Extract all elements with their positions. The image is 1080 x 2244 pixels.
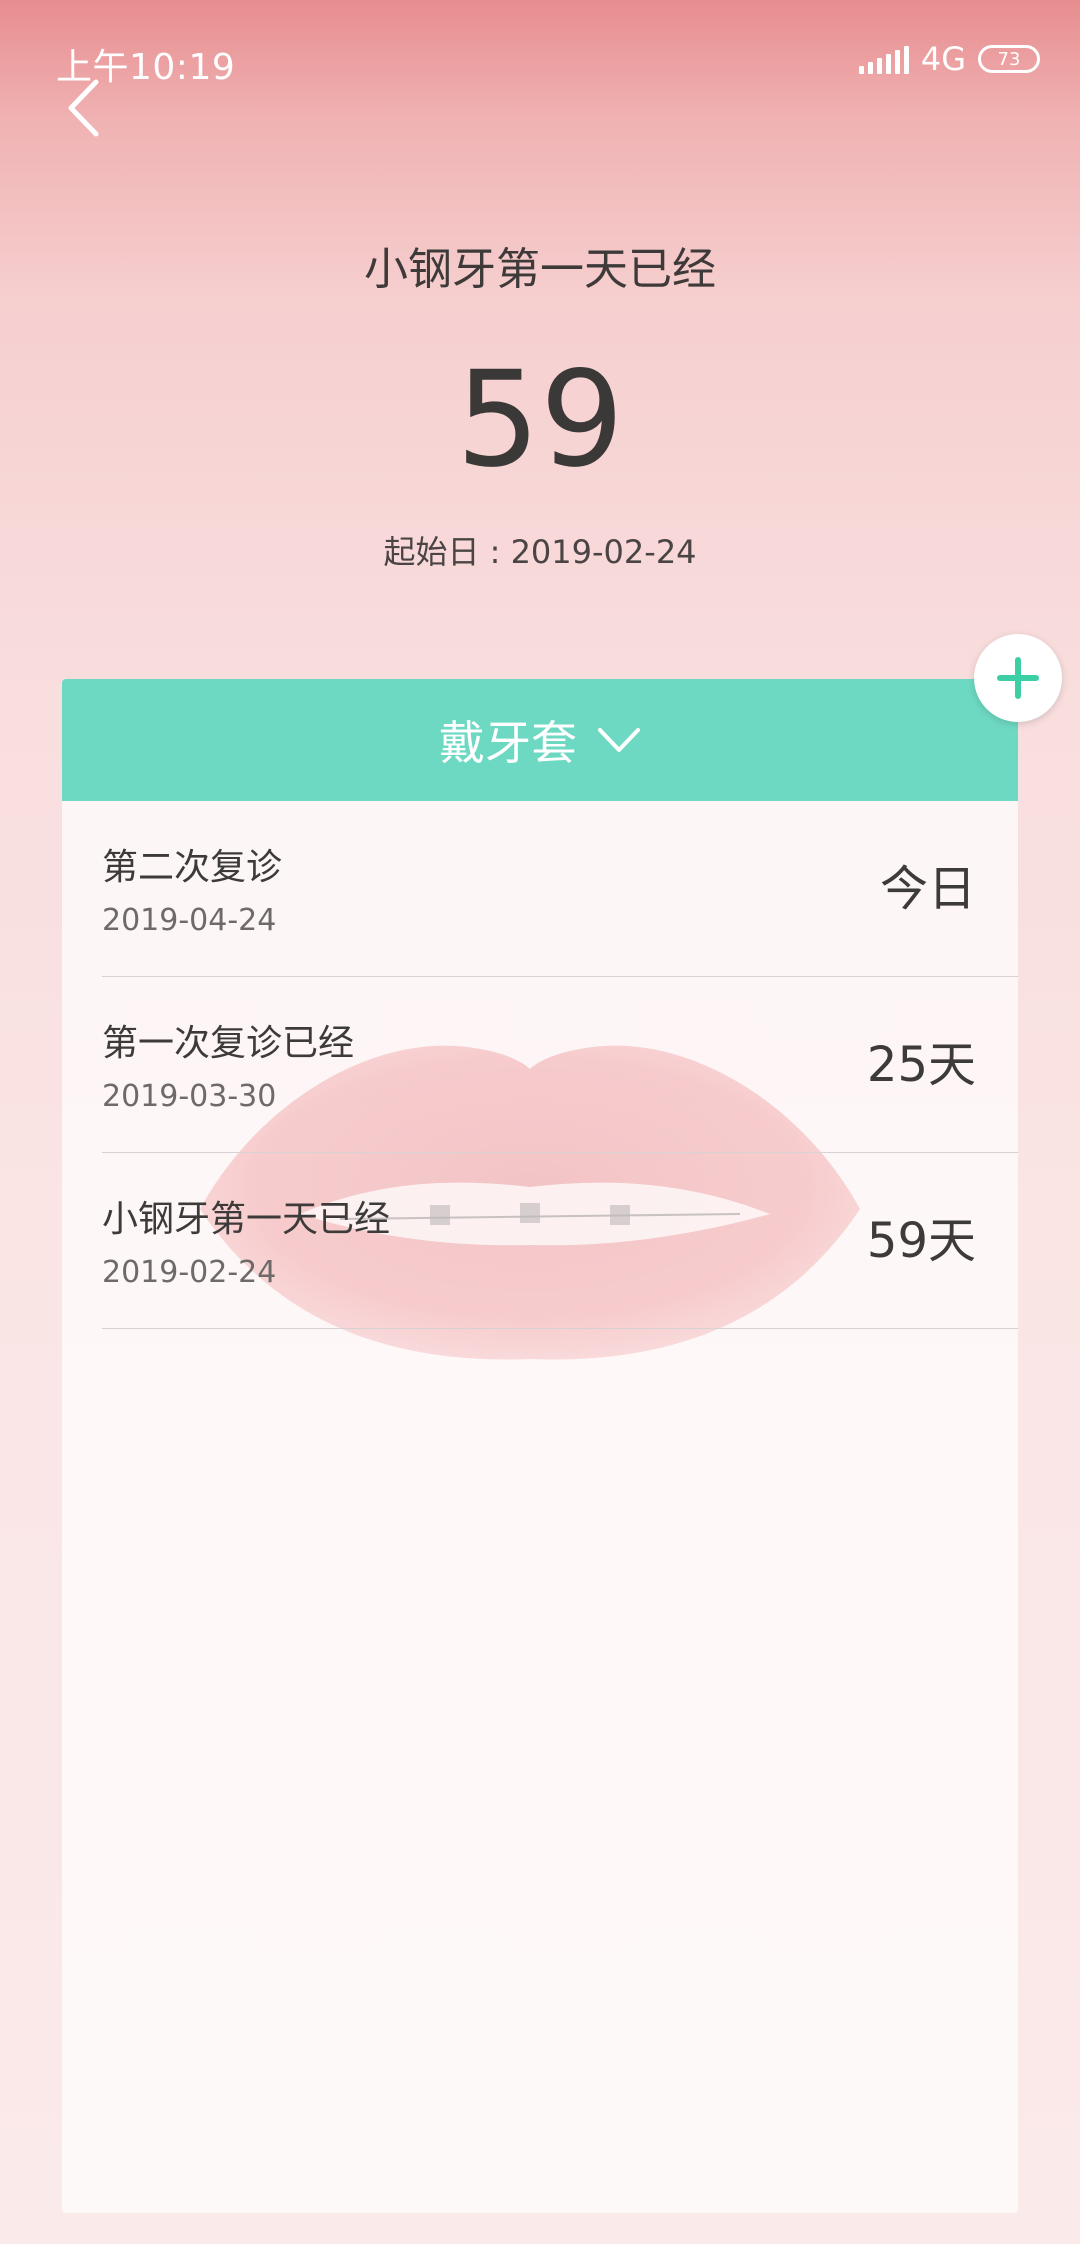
add-event-button[interactable] bbox=[974, 634, 1062, 722]
signal-icon bbox=[858, 44, 909, 74]
event-name: 小钢牙第一天已经 bbox=[102, 1199, 391, 1240]
event-days: 今日 bbox=[879, 861, 976, 917]
network-label: 4G bbox=[920, 40, 966, 78]
event-name: 第二次复诊 bbox=[102, 847, 283, 888]
event-date: 2019-04-24 bbox=[102, 903, 277, 938]
event-card: 戴牙套 第二次复诊 2019-04-24 今日 第一次复诊已经 2019-03-… bbox=[62, 679, 1018, 2213]
category-dropdown[interactable]: 戴牙套 bbox=[62, 679, 1018, 801]
hero-counter: 小钢牙第一天已经 59 起始日 : 2019-02-24 bbox=[0, 240, 1080, 574]
list-item[interactable]: 小钢牙第一天已经 2019-02-24 59天 bbox=[102, 1153, 1018, 1329]
plus-icon bbox=[997, 657, 1039, 699]
list-item[interactable]: 第二次复诊 2019-04-24 今日 bbox=[102, 801, 1018, 977]
status-bar: 上午10:19 4G 73 bbox=[0, 0, 1080, 110]
hero-start-date: 起始日 : 2019-02-24 bbox=[383, 533, 697, 571]
event-list: 第二次复诊 2019-04-24 今日 第一次复诊已经 2019-03-30 2… bbox=[62, 801, 1018, 1329]
chevron-down-icon bbox=[598, 728, 640, 752]
event-days: 59天 bbox=[866, 1213, 976, 1269]
hero-title: 小钢牙第一天已经 bbox=[364, 244, 716, 295]
event-days: 25天 bbox=[866, 1037, 976, 1093]
list-item[interactable]: 第一次复诊已经 2019-03-30 25天 bbox=[102, 977, 1018, 1153]
back-arrow-icon bbox=[68, 79, 99, 137]
battery-level: 73 bbox=[997, 48, 1021, 70]
status-icons: 4G 73 bbox=[858, 40, 1040, 78]
back-button[interactable] bbox=[58, 76, 108, 140]
event-date: 2019-02-24 bbox=[102, 1255, 277, 1290]
battery-icon: 73 bbox=[978, 45, 1040, 73]
event-date: 2019-03-30 bbox=[102, 1079, 277, 1114]
category-label: 戴牙套 bbox=[439, 716, 577, 770]
hero-days-count: 59 bbox=[456, 343, 624, 497]
event-name: 第一次复诊已经 bbox=[102, 1023, 355, 1064]
